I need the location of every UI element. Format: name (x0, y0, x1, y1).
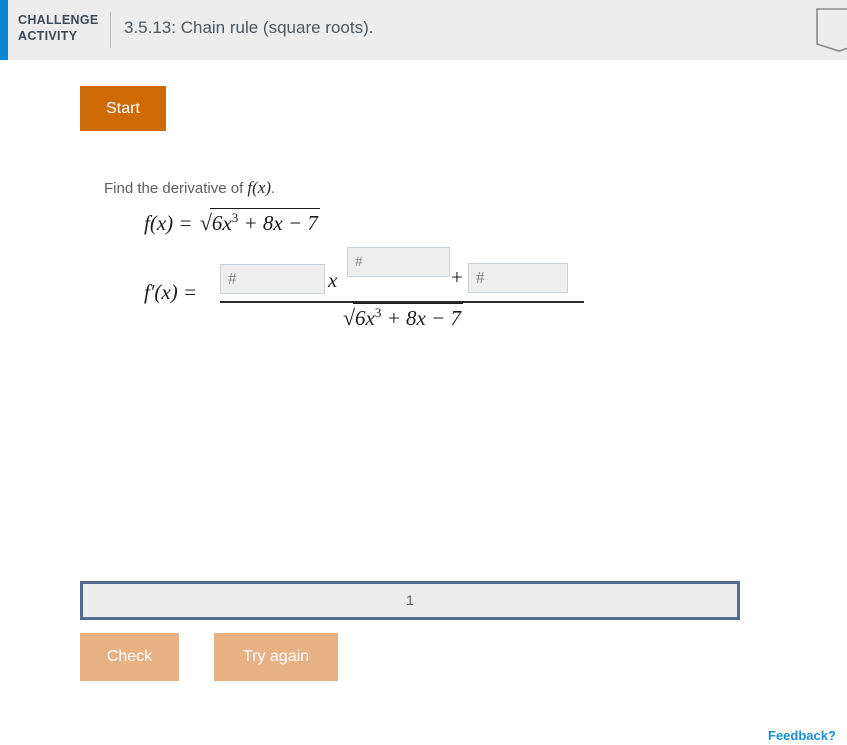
challenge-activity-header: CHALLENGE ACTIVITY 3.5.13: Chain rule (s… (0, 0, 847, 60)
numerator-plus-sign: + (451, 265, 463, 289)
denominator-radical: √6x3 + 8x − 7 (341, 303, 464, 331)
start-button[interactable]: Start (80, 86, 166, 131)
check-button[interactable]: Check (80, 633, 179, 681)
page-title: 3.5.13: Chain rule (square roots). (124, 18, 374, 37)
question-prompt-period: . (271, 180, 276, 197)
fraction-numerator: x + (220, 246, 584, 301)
challenge-activity-label-line1: CHALLENGE (18, 13, 99, 27)
challenge-activity-label: CHALLENGE ACTIVITY (18, 12, 106, 44)
denominator-radicand: 6x3 + 8x − 7 (353, 303, 464, 331)
function-radicand-rest: + 8x − 7 (238, 211, 318, 235)
progress-step-number: 1 (406, 592, 414, 608)
progress-bar: 1 (80, 581, 740, 620)
function-radicand: 6x3 + 8x − 7 (209, 208, 320, 236)
exponent-input[interactable] (347, 247, 450, 277)
function-definition: f(x) = √6x3 + 8x − 7 (144, 208, 320, 236)
try-again-button[interactable]: Try again (214, 633, 338, 681)
function-radical: √6x3 + 8x − 7 (198, 208, 320, 236)
constant-input[interactable] (468, 263, 568, 293)
coefficient-input[interactable] (220, 264, 325, 294)
feedback-link[interactable]: Feedback? (768, 728, 836, 743)
denominator-radicand-base: 6x (355, 306, 375, 330)
question-prompt: Find the derivative of f(x). (104, 178, 275, 198)
function-radicand-base: 6x (211, 211, 232, 235)
derivative-lhs: f′(x) = (144, 280, 198, 304)
fraction-denominator: √6x3 + 8x − 7 (220, 303, 584, 331)
question-prompt-text: Find the derivative of (104, 180, 248, 197)
function-lhs: f(x) = (144, 211, 193, 235)
header-accent-bar (0, 0, 8, 60)
question-prompt-function: f(x) (247, 178, 272, 197)
challenge-activity-label-line2: ACTIVITY (18, 29, 78, 43)
denominator-radicand-rest: + 8x − 7 (381, 306, 462, 330)
bookmark-ribbon-icon[interactable] (816, 8, 847, 52)
numerator-variable: x (328, 268, 338, 292)
header-divider (110, 12, 111, 48)
